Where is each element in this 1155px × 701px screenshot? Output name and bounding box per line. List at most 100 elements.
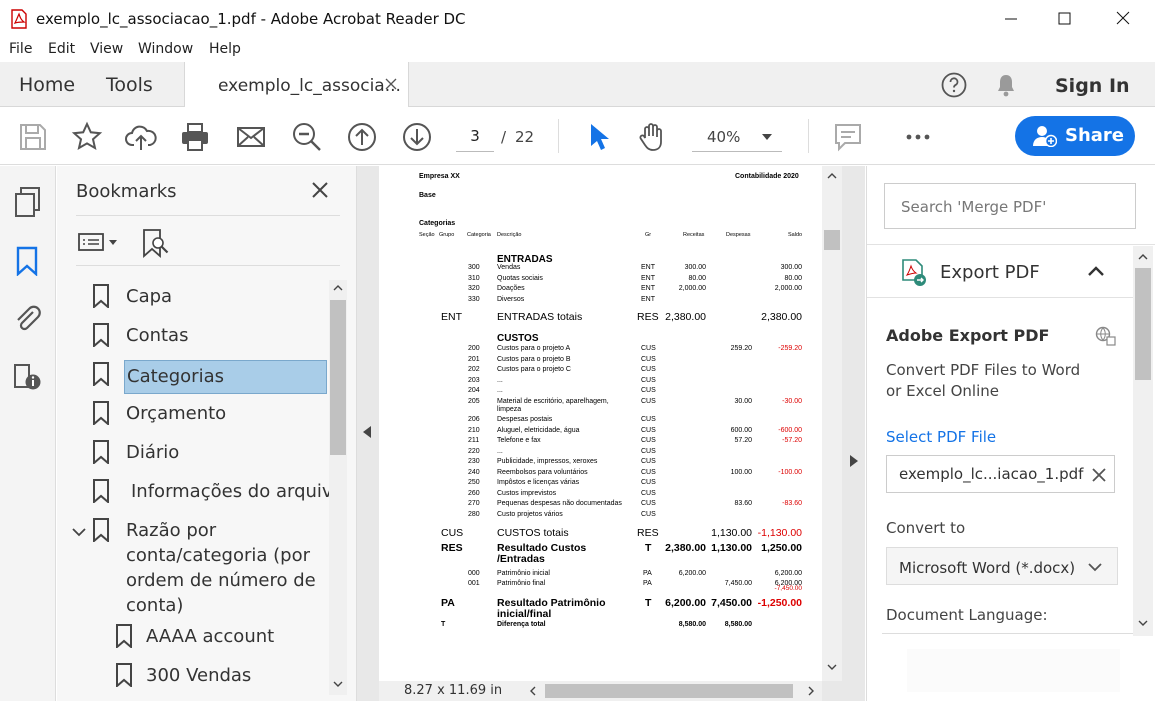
scroll-thumb[interactable] bbox=[1135, 268, 1151, 380]
bookmark-item-diario[interactable]: Diário bbox=[92, 440, 352, 466]
scroll-down-icon[interactable] bbox=[333, 681, 343, 688]
document-info-icon[interactable] bbox=[12, 362, 42, 392]
entradas-total-saldo: 2,380.00 bbox=[761, 311, 802, 323]
tab-tools[interactable]: Tools bbox=[106, 74, 153, 96]
export-pdf-title[interactable]: Export PDF bbox=[940, 262, 1040, 283]
page-thumbnails-icon[interactable] bbox=[14, 186, 42, 218]
remove-file-icon[interactable] bbox=[1092, 468, 1106, 482]
notifications-bell-icon[interactable] bbox=[993, 72, 1019, 98]
pa-code: PA bbox=[441, 597, 455, 609]
scroll-left-icon[interactable] bbox=[529, 686, 536, 696]
upload-cloud-icon[interactable] bbox=[125, 121, 157, 153]
format-dropdown[interactable]: Microsoft Word (*.docx) bbox=[886, 547, 1118, 585]
chevron-down-icon bbox=[1088, 563, 1102, 572]
print-icon[interactable] bbox=[179, 121, 211, 153]
sign-in-link[interactable]: Sign In bbox=[1055, 75, 1130, 97]
close-tab-icon[interactable] bbox=[385, 78, 397, 90]
bookmark-item-razao[interactable]: Razão por conta/categoria (por ordem de … bbox=[92, 518, 352, 618]
scroll-down-icon[interactable] bbox=[1138, 620, 1148, 627]
scroll-down-icon[interactable] bbox=[827, 664, 837, 671]
more-tools-icon[interactable] bbox=[902, 121, 934, 153]
category-number: 300 bbox=[468, 264, 480, 271]
saldo-value: -57.20 bbox=[782, 437, 802, 444]
select-pdf-file-link[interactable]: Select PDF File bbox=[886, 428, 996, 446]
bookmarks-panel-icon[interactable] bbox=[15, 246, 39, 276]
company-name: Empresa XX bbox=[419, 173, 460, 180]
t-despesas: 8,580.00 bbox=[724, 621, 752, 628]
category-number: 001 bbox=[468, 580, 480, 587]
collapse-left-panel-icon[interactable] bbox=[363, 426, 371, 438]
hand-tool-icon[interactable] bbox=[636, 121, 668, 153]
receitas-value: 300.00 bbox=[684, 264, 706, 271]
category-description: ... bbox=[497, 387, 503, 394]
selected-file-field[interactable]: exemplo_lc...iacao_1.pdf bbox=[886, 455, 1115, 493]
email-icon[interactable] bbox=[235, 121, 267, 153]
category-group: CUS bbox=[641, 345, 656, 352]
select-cursor-icon[interactable] bbox=[583, 121, 615, 153]
bookmark-star-icon[interactable] bbox=[71, 121, 103, 153]
category-group: ENT bbox=[641, 274, 655, 282]
close-panel-icon[interactable] bbox=[312, 182, 328, 198]
new-bookmark-icon[interactable] bbox=[141, 228, 169, 258]
scroll-thumb[interactable] bbox=[824, 230, 840, 250]
expand-chevron-icon[interactable] bbox=[72, 527, 86, 537]
entradas-total-gr: RES bbox=[637, 311, 659, 323]
page-number-input[interactable]: 3 bbox=[456, 122, 494, 152]
bookmark-label: conta) bbox=[126, 595, 184, 616]
category-number: 000 bbox=[468, 570, 480, 577]
category-description: Quotas sociais bbox=[497, 274, 543, 282]
share-button[interactable]: Share bbox=[1015, 116, 1135, 156]
category-group: CUS bbox=[641, 426, 656, 434]
scroll-right-icon[interactable] bbox=[808, 686, 815, 696]
menu-edit[interactable]: Edit bbox=[48, 41, 75, 57]
selected-file-name: exemplo_lc...iacao_1.pdf bbox=[899, 465, 1084, 483]
help-icon[interactable] bbox=[941, 72, 967, 98]
menu-view[interactable]: View bbox=[90, 41, 123, 57]
save-icon[interactable] bbox=[17, 121, 49, 153]
minimize-button[interactable] bbox=[1000, 8, 1024, 28]
collapse-chevron-up-icon[interactable] bbox=[1088, 266, 1104, 276]
attachments-paperclip-icon[interactable] bbox=[13, 302, 41, 332]
comment-icon[interactable] bbox=[832, 121, 864, 153]
left-navigation-rail bbox=[0, 166, 56, 701]
saldo-value: -600.00 bbox=[778, 426, 802, 434]
close-window-button[interactable] bbox=[1112, 8, 1136, 28]
right-panel-scrollbar[interactable] bbox=[1133, 246, 1153, 636]
document-vertical-scrollbar[interactable] bbox=[822, 166, 842, 681]
menu-file[interactable]: File bbox=[9, 41, 32, 57]
category-number: 200 bbox=[468, 345, 480, 352]
zoom-dropdown[interactable]: 40% bbox=[692, 122, 782, 152]
category-description: Reembolsos para voluntários bbox=[497, 468, 588, 476]
menu-window[interactable]: Window bbox=[138, 41, 193, 57]
bookmark-options-icon[interactable] bbox=[77, 230, 119, 254]
horizontal-scroll-thumb[interactable] bbox=[545, 684, 793, 698]
bookmark-item-orcamento[interactable]: Orçamento bbox=[92, 401, 352, 427]
category-number: 201 bbox=[468, 355, 480, 363]
panel-divider bbox=[76, 215, 340, 216]
scroll-up-icon[interactable] bbox=[1138, 253, 1148, 260]
bookmark-item-informacoes[interactable]: Informações do arquivo bbox=[92, 479, 352, 505]
search-tools-input[interactable]: Search 'Merge PDF' bbox=[884, 183, 1136, 229]
scroll-up-icon[interactable] bbox=[827, 172, 837, 179]
next-page-icon[interactable] bbox=[401, 121, 433, 153]
convert-button-area[interactable] bbox=[907, 649, 1120, 692]
category-number: 202 bbox=[468, 366, 480, 373]
previous-page-icon[interactable] bbox=[346, 121, 378, 153]
menu-help[interactable]: Help bbox=[209, 41, 241, 57]
category-number: 270 bbox=[468, 500, 480, 507]
format-value: Microsoft Word (*.docx) bbox=[899, 559, 1076, 577]
scroll-thumb[interactable] bbox=[330, 300, 346, 455]
t-code: T bbox=[441, 621, 446, 628]
bookmarks-scrollbar[interactable] bbox=[329, 280, 347, 695]
bookmark-item-categorias[interactable]: Categorias bbox=[92, 360, 352, 394]
expand-right-panel-icon[interactable] bbox=[850, 455, 858, 467]
bookmark-item-contas[interactable]: Contas bbox=[92, 323, 352, 349]
col-header-secao: Seção bbox=[419, 232, 435, 238]
tab-home[interactable]: Home bbox=[19, 74, 75, 96]
scroll-up-icon[interactable] bbox=[333, 284, 343, 291]
tab-document[interactable]: exemplo_lc_associa... bbox=[184, 62, 409, 108]
maximize-button[interactable] bbox=[1054, 8, 1078, 28]
bookmark-item-capa[interactable]: Capa bbox=[92, 284, 352, 310]
zoom-out-search-icon[interactable] bbox=[291, 121, 323, 153]
category-number: 320 bbox=[468, 285, 480, 293]
